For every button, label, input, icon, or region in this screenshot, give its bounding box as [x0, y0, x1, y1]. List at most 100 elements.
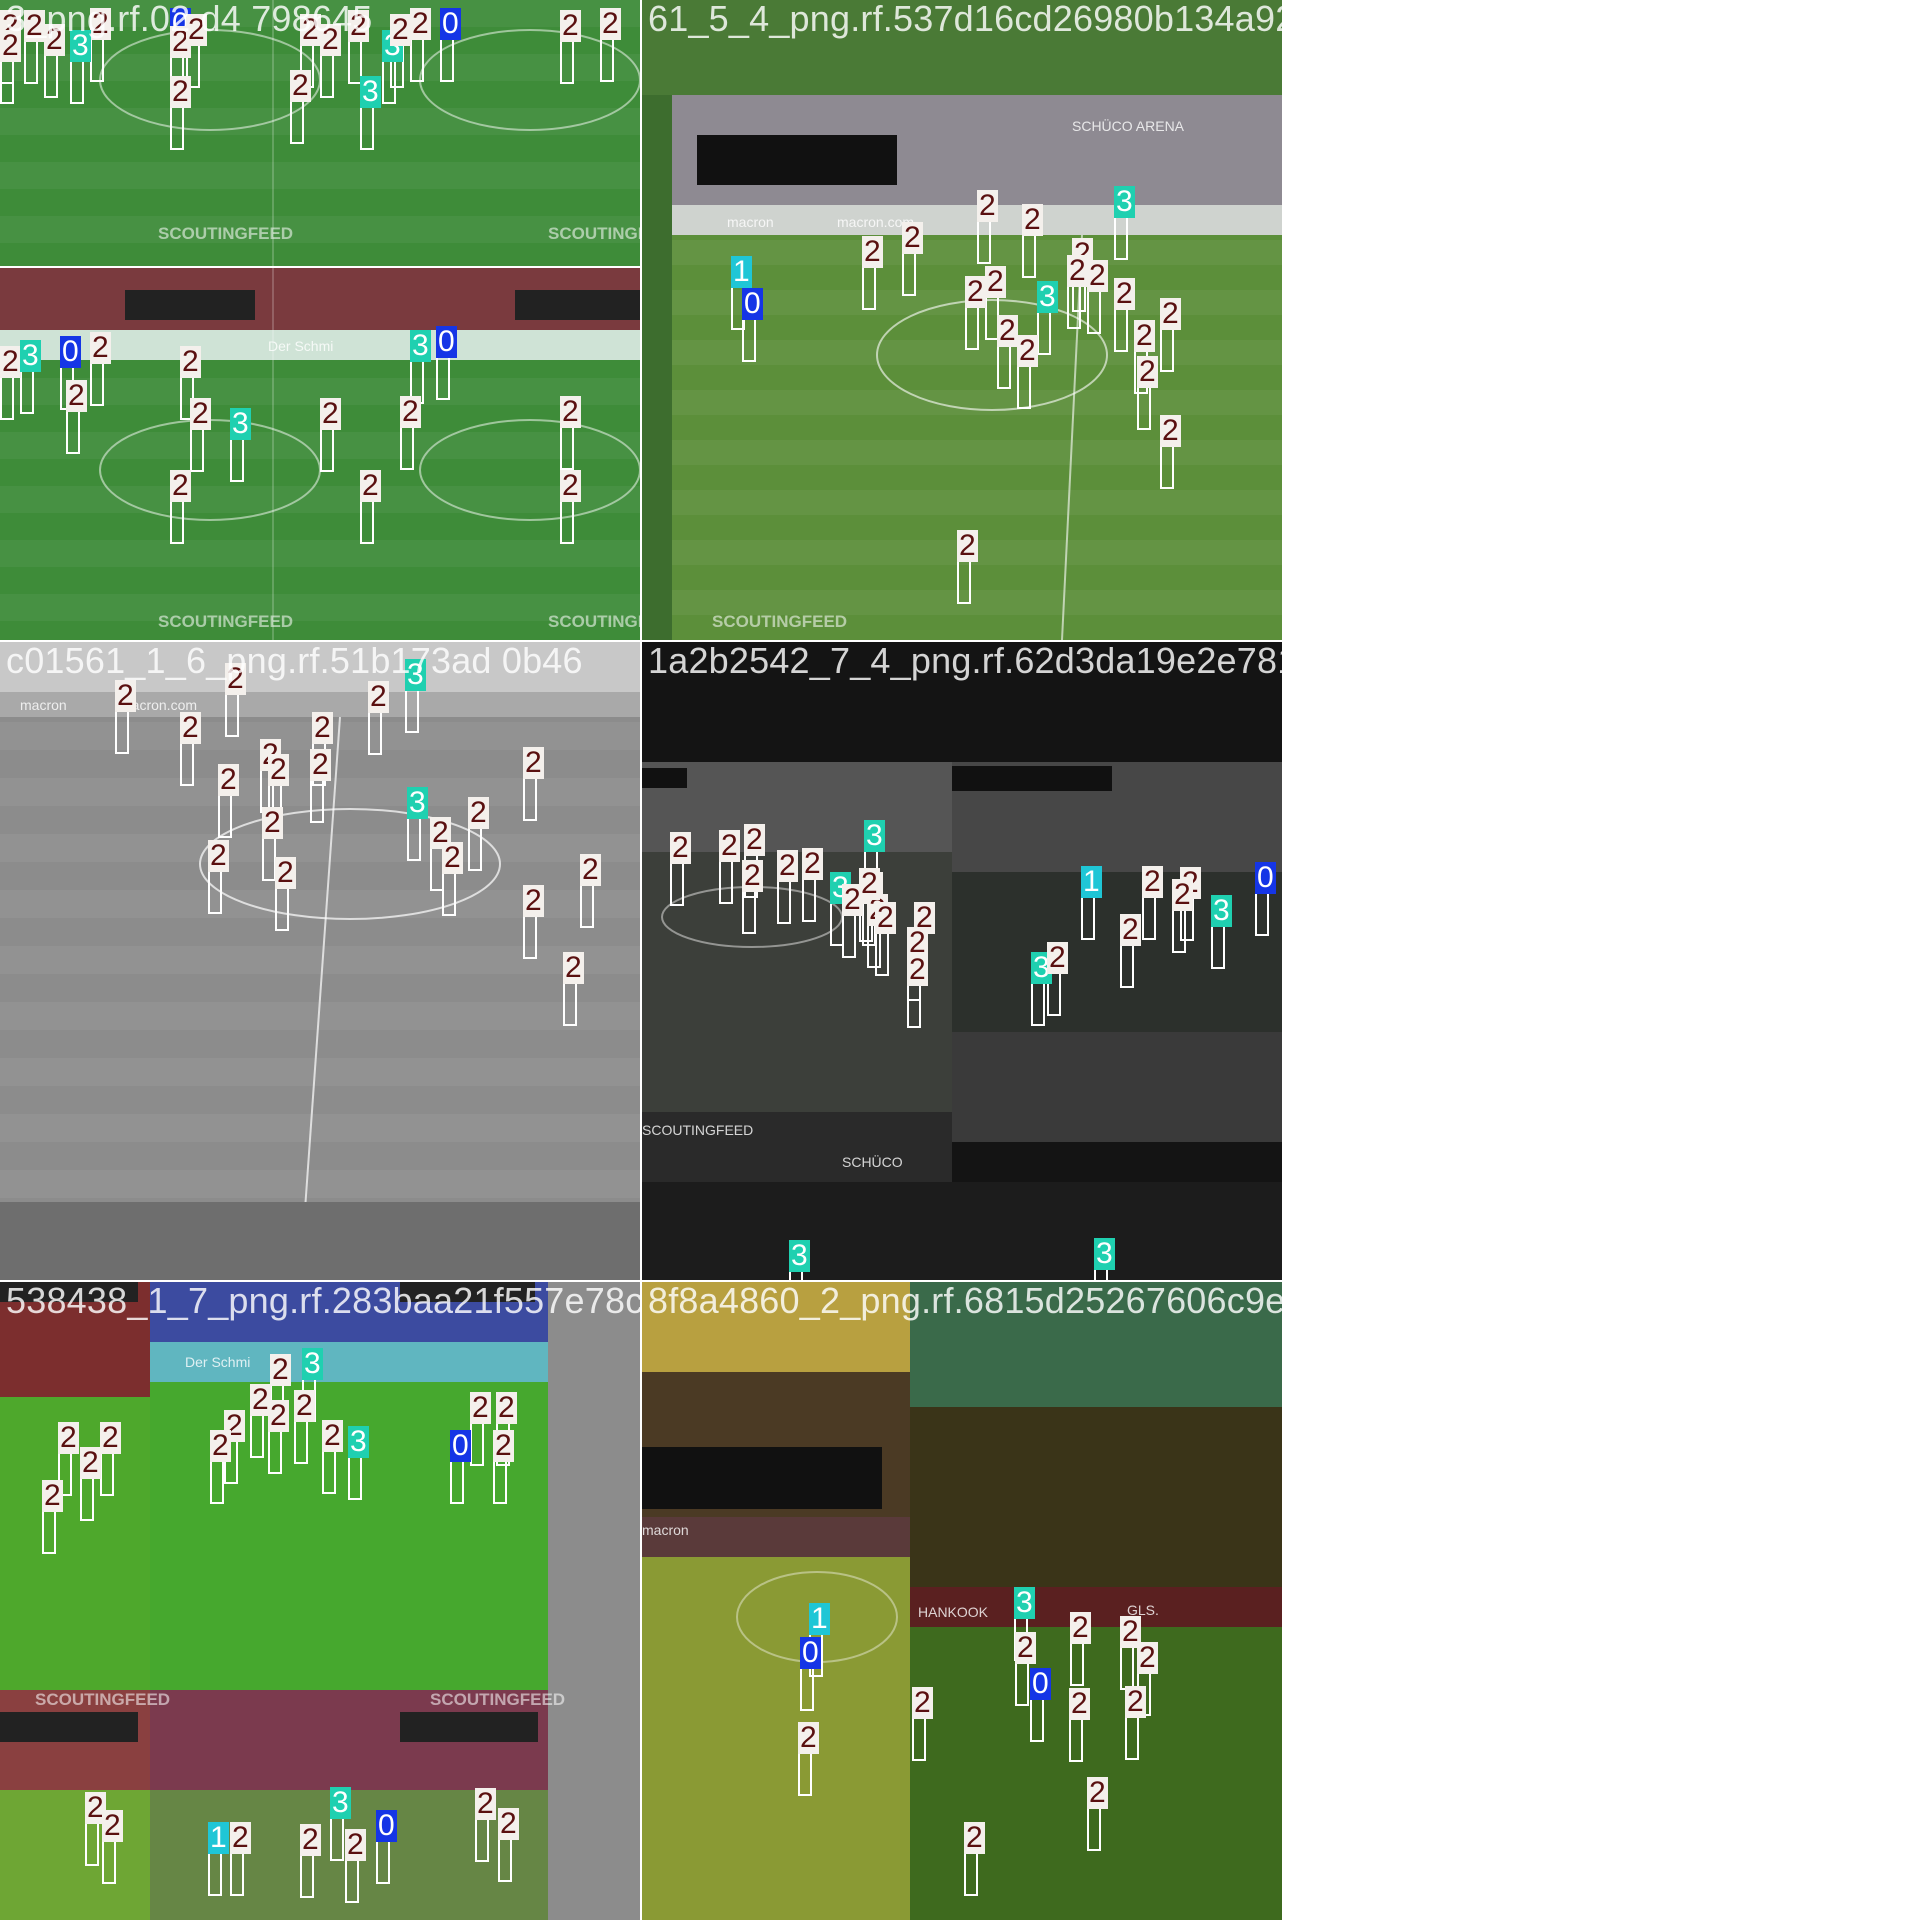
detection-box — [742, 318, 756, 362]
stadium-signage-text: HANKOOK — [918, 1604, 989, 1620]
detection-box — [275, 887, 289, 931]
detection-label-class-2: 2 — [798, 1721, 819, 1754]
mosaic-divider-horizontal-1 — [0, 640, 1282, 642]
detection-box — [218, 794, 232, 838]
detection-box — [964, 1852, 978, 1896]
detection-box — [875, 932, 889, 976]
detection-box — [1067, 285, 1081, 329]
detection-box — [670, 862, 684, 906]
detection-box — [965, 306, 979, 350]
detection-box — [208, 1852, 222, 1896]
detection-label-class-2: 2 — [1134, 319, 1155, 352]
watermark-text: SCOUTINGFEED — [158, 224, 294, 243]
detection-label-class-1: 1 — [731, 255, 752, 288]
detection-box — [80, 1477, 94, 1521]
detection-label-class-2: 2 — [560, 469, 581, 502]
detection-box — [300, 1854, 314, 1898]
detection-label-class-2: 2 — [390, 13, 411, 46]
tile-6-scene — [642, 1282, 1282, 1920]
detection-label-class-2: 2 — [777, 849, 798, 882]
detection-label-class-2: 2 — [1114, 277, 1135, 310]
detection-label-class-2: 2 — [410, 7, 431, 40]
detection-box — [862, 266, 876, 310]
detection-box — [100, 1452, 114, 1496]
detection-label-class-2: 2 — [670, 831, 691, 864]
detection-box — [268, 1430, 282, 1474]
detection-label-class-2: 2 — [294, 1389, 315, 1422]
detection-label-class-3: 3 — [330, 1786, 351, 1819]
detection-box — [44, 54, 58, 98]
detection-label-class-2: 2 — [218, 763, 239, 796]
stadium-signage-text: macron — [727, 214, 774, 230]
stadium-signage-text: macron — [20, 697, 67, 713]
detection-box — [1120, 944, 1134, 988]
detection-label-class-2: 2 — [345, 1828, 366, 1861]
detection-label-class-2: 2 — [102, 1809, 123, 1842]
detection-box — [348, 1456, 362, 1500]
stadium-signage-text: macron — [642, 1522, 689, 1538]
detection-label-class-2: 2 — [1120, 913, 1141, 946]
detection-label-class-2: 2 — [802, 847, 823, 880]
detection-label-class-2: 2 — [262, 806, 283, 839]
detection-box — [1142, 896, 1156, 940]
detection-box — [85, 1822, 99, 1866]
mosaic-divider-horizontal-2 — [0, 1280, 1282, 1282]
detection-box — [250, 1414, 264, 1458]
detection-box — [1211, 925, 1225, 969]
tile-1: 3_png.rf.02 d4 798645 222202322222032223… — [0, 0, 640, 640]
detection-box — [262, 837, 276, 881]
detection-label-class-2: 2 — [170, 469, 191, 502]
detection-box — [1017, 365, 1031, 409]
detection-box — [1022, 234, 1036, 278]
tile-3: c01561_1_6_png.rf.51b173ad 0b46 23222222… — [0, 642, 640, 1280]
detection-label-class-3: 3 — [864, 819, 885, 852]
detection-box — [1120, 1646, 1134, 1690]
detection-box — [368, 711, 382, 755]
detection-label-class-2: 2 — [0, 345, 21, 378]
detection-box — [360, 106, 374, 150]
detection-label-class-2: 2 — [190, 397, 211, 430]
detection-box — [442, 872, 456, 916]
detection-box — [450, 1460, 464, 1504]
detection-label-class-2: 2 — [115, 679, 136, 712]
detection-label-class-2: 2 — [360, 469, 381, 502]
detection-box — [1087, 290, 1101, 334]
detection-box — [1087, 1807, 1101, 1851]
detection-box — [330, 1817, 344, 1861]
detection-box — [475, 1818, 489, 1862]
detection-box — [90, 38, 104, 82]
detection-box — [1125, 1716, 1139, 1760]
detection-label-class-2: 2 — [997, 314, 1018, 347]
detection-label-class-2: 2 — [100, 1421, 121, 1454]
detection-box — [498, 1838, 512, 1882]
detection-label-class-2: 2 — [80, 1446, 101, 1479]
detection-label-class-3: 3 — [1037, 280, 1058, 313]
detection-box — [1114, 308, 1128, 352]
detection-box — [170, 500, 184, 544]
detection-label-class-2: 2 — [493, 1429, 514, 1462]
detection-label-class-2: 2 — [1125, 1685, 1146, 1718]
detection-label-class-2: 2 — [180, 711, 201, 744]
detection-box — [345, 1859, 359, 1903]
detection-label-class-2: 2 — [902, 221, 923, 254]
detection-label-class-3: 3 — [20, 339, 41, 372]
detection-label-class-2: 2 — [964, 1821, 985, 1854]
tile-2-title: 61_5_4_png.rf.537d16cd26980b134a9234 — [648, 0, 1282, 39]
detection-box — [1172, 909, 1186, 953]
detection-label-class-2: 2 — [1160, 297, 1181, 330]
detection-box — [70, 60, 84, 104]
stadium-signage-text: SCHÜCO ARENA — [1072, 118, 1185, 134]
detection-box — [523, 915, 537, 959]
detection-label-class-3: 3 — [348, 1425, 369, 1458]
detection-label-class-2: 2 — [290, 69, 311, 102]
detection-box — [230, 1852, 244, 1896]
detection-label-class-2: 2 — [965, 275, 986, 308]
detection-box — [410, 38, 424, 82]
detection-label-class-2: 2 — [742, 859, 763, 892]
detection-label-class-2: 2 — [1017, 334, 1038, 367]
detection-label-class-2: 2 — [1160, 414, 1181, 447]
detection-box — [66, 410, 80, 454]
detection-label-class-2: 2 — [907, 953, 928, 986]
detection-label-class-2: 2 — [977, 189, 998, 222]
detection-label-class-2: 2 — [523, 884, 544, 917]
